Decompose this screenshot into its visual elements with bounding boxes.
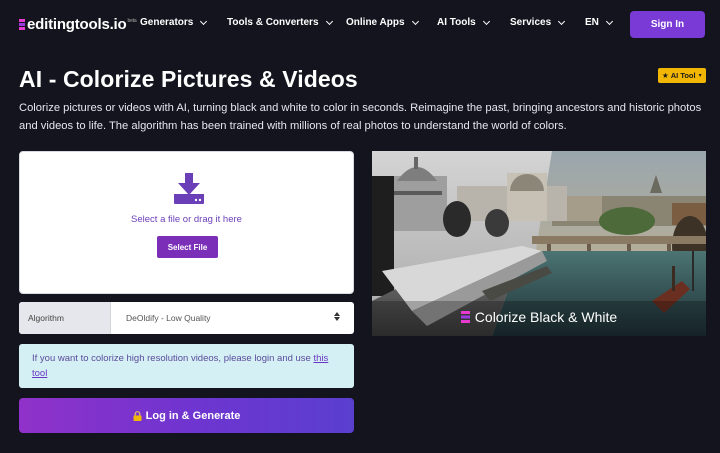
- drop-zone-label: Select a file or drag it here: [131, 214, 242, 225]
- nav-services[interactable]: Services: [510, 17, 566, 28]
- logo-icon: [19, 19, 25, 30]
- chevron-down-icon: [325, 17, 333, 25]
- chevron-down-icon: [605, 17, 613, 25]
- algorithm-select[interactable]: DeOldify - Low Quality: [111, 302, 354, 334]
- page-title: AI - Colorize Pictures & Videos: [19, 66, 358, 92]
- nav-online-apps[interactable]: Online Apps: [346, 17, 419, 28]
- preview-caption: Colorize Black & White: [372, 309, 706, 325]
- info-alert: If you want to colorize high resolution …: [19, 344, 354, 388]
- nav-ai-tools[interactable]: AI Tools: [437, 17, 490, 28]
- caret-down-icon: ▾: [698, 73, 702, 79]
- logo-icon: [460, 311, 470, 323]
- generate-label: Log in & Generate: [145, 409, 241, 422]
- logo-beta: beta: [127, 17, 137, 24]
- lock-icon: [133, 410, 142, 421]
- nav-language[interactable]: EN: [585, 17, 613, 28]
- algorithm-value: DeOldify - Low Quality: [126, 313, 211, 323]
- file-drop-zone[interactable]: Select a file or drag it here Select Fil…: [19, 151, 354, 294]
- nav-label: AI Tools: [437, 17, 476, 28]
- algorithm-select-group: Algorithm DeOldify - Low Quality: [19, 302, 354, 334]
- select-arrows-icon: [334, 312, 340, 321]
- login-generate-button[interactable]: Log in & Generate: [19, 398, 354, 433]
- nav-label: Services: [510, 17, 552, 28]
- chevron-down-icon: [411, 17, 419, 25]
- algorithm-label: Algorithm: [19, 302, 111, 334]
- star-icon: ★: [662, 71, 669, 80]
- nav-label: Online Apps: [346, 17, 405, 28]
- nav-label: Generators: [140, 17, 194, 28]
- nav-tools-converters[interactable]: Tools & Converters: [227, 17, 333, 28]
- sign-in-button[interactable]: Sign In: [630, 11, 705, 38]
- badge-label: AI Tool: [670, 71, 696, 80]
- ai-tool-badge[interactable]: ★ AI Tool ▾: [658, 68, 706, 83]
- nav-generators[interactable]: Generators: [140, 17, 208, 28]
- chevron-down-icon: [200, 17, 208, 25]
- chevron-down-icon: [482, 17, 490, 25]
- nav-label: Tools & Converters: [227, 17, 319, 28]
- info-text: If you want to colorize high resolution …: [32, 353, 314, 364]
- logo[interactable]: editingtools.io beta: [19, 16, 137, 33]
- page-description: Colorize pictures or videos with AI, tur…: [19, 102, 702, 132]
- select-file-button[interactable]: Select File: [157, 236, 218, 258]
- preview-caption-text: Colorize Black & White: [474, 309, 618, 325]
- logo-text: editingtools.io: [27, 16, 127, 33]
- chevron-down-icon: [558, 17, 566, 25]
- nav-label: EN: [585, 17, 599, 28]
- top-nav: editingtools.io beta Generators Tools & …: [0, 0, 720, 50]
- download-icon: [174, 173, 204, 204]
